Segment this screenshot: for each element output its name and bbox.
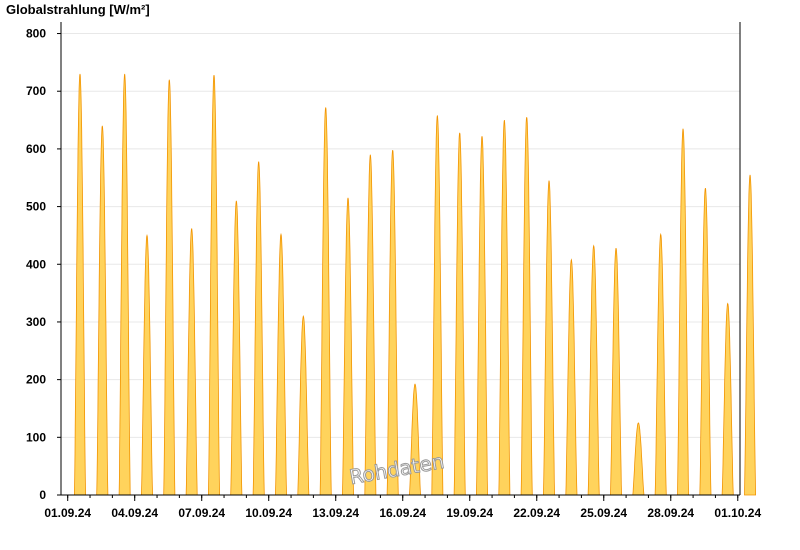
daily-radiation-area (431, 115, 444, 496)
x-tick-label: 07.09.24 (178, 506, 225, 520)
x-tick-label: 04.09.24 (111, 506, 158, 520)
daily-radiation-area (699, 188, 712, 496)
x-tick-label: 25.09.24 (580, 506, 627, 520)
x-tick-label: 10.09.24 (245, 506, 292, 520)
daily-radiation-area (274, 232, 288, 496)
y-tick-label: 200 (26, 373, 46, 387)
daily-radiation-area (677, 128, 690, 496)
daily-radiation-area (163, 79, 176, 496)
daily-radiation-area (610, 247, 623, 496)
daily-radiation-area (475, 136, 489, 496)
daily-radiation-area (654, 232, 667, 496)
grid-lines (61, 33, 740, 438)
chart-title: Globalstrahlung [W/m²] (6, 2, 150, 17)
daily-radiation-area (230, 200, 243, 496)
x-tick-label: 19.09.24 (446, 506, 493, 520)
daily-radiation-area (207, 75, 221, 496)
x-tick-label: 13.09.24 (312, 506, 359, 520)
daily-radiation-area (252, 161, 265, 496)
y-tick-label: 800 (26, 27, 46, 41)
y-axis-ticks: 0 100 200 300 400 500 600 700 800 (26, 27, 61, 502)
x-axis-ticks: 01.09.24 04.09.24 07.09.24 10.09.24 13.09.24… (44, 495, 761, 520)
daily-radiation-area (744, 174, 757, 496)
y-tick-label: 400 (26, 257, 46, 271)
y-tick-label: 100 (26, 430, 46, 444)
daily-radiation-area (453, 132, 466, 496)
daily-radiation-area (96, 125, 109, 496)
x-tick-label: 01.10.24 (714, 506, 761, 520)
daily-radiation-area (73, 73, 87, 496)
x-tick-label: 28.09.24 (647, 506, 694, 520)
daily-radiation-area (185, 228, 198, 496)
y-tick-label: 700 (26, 84, 46, 98)
daily-radiation-area (319, 107, 332, 496)
daily-radiation-area (118, 73, 131, 496)
daily-radiation-area (542, 180, 556, 496)
daily-radiation-area (341, 197, 355, 496)
daily-radiation-area (498, 120, 511, 496)
daily-radiation-area (386, 150, 399, 496)
daily-radiation-area (297, 315, 310, 496)
daily-radiation-area (587, 244, 600, 496)
x-tick-label: 01.09.24 (44, 506, 91, 520)
daily-radiation-area (140, 234, 154, 496)
y-tick-label: 0 (39, 488, 46, 502)
daily-radiation-area (520, 117, 533, 496)
radiation-area-series (73, 73, 757, 496)
daily-radiation-area (632, 422, 645, 496)
x-tick-label: 16.09.24 (379, 506, 426, 520)
x-tick-label: 22.09.24 (513, 506, 560, 520)
daily-radiation-area (565, 258, 578, 496)
y-tick-label: 500 (26, 200, 46, 214)
radiation-chart: 0 100 200 300 400 500 600 700 800 01.09.24 04.09.… (6, 2, 761, 520)
daily-radiation-area (721, 302, 734, 496)
y-tick-label: 300 (26, 315, 46, 329)
daily-radiation-area (364, 154, 377, 496)
y-tick-label: 600 (26, 142, 46, 156)
